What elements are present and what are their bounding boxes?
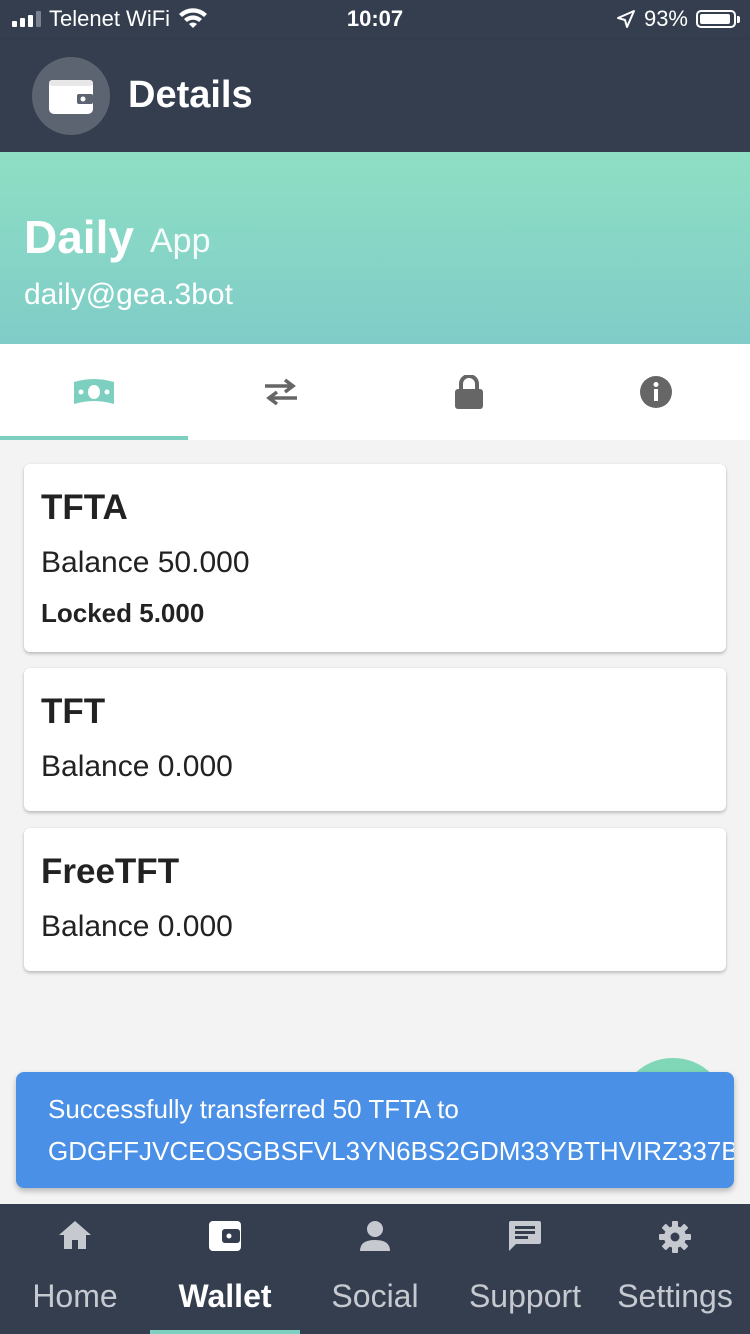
tab-indicator — [0, 436, 188, 440]
snackbar-address: GDGFFJVCEOSGBSFVL3YN6BS2GDM33YBTHVIRZ337… — [48, 1136, 734, 1166]
locked-value: Locked 5.000 — [41, 598, 205, 628]
nav-home-label: Home — [32, 1278, 118, 1314]
nav-support[interactable]: Support — [450, 1204, 600, 1334]
tab-balances[interactable] — [0, 344, 188, 440]
currency-name: TFTA — [41, 488, 128, 527]
battery-icon — [696, 10, 740, 28]
wallet-icon — [209, 1221, 241, 1251]
location-arrow-icon — [616, 10, 635, 28]
page-title: Details — [128, 74, 253, 116]
nav-settings-label: Settings — [617, 1278, 733, 1314]
nav-social[interactable]: Social — [300, 1204, 450, 1334]
nav-indicator — [150, 1330, 300, 1334]
chat-icon — [509, 1221, 541, 1251]
balance-value: Balance 0.000 — [41, 750, 233, 783]
nav-home[interactable]: Home — [0, 1204, 150, 1334]
nav-social-label: Social — [331, 1278, 419, 1314]
snackbar-message: Successfully transferred 50 TFTA to — [48, 1094, 459, 1124]
currency-name: TFT — [41, 692, 106, 731]
nav-wallet-label: Wallet — [178, 1278, 272, 1314]
tab-transfer[interactable] — [188, 344, 376, 440]
transfer-icon — [265, 378, 298, 406]
wallet-icon — [32, 57, 110, 135]
balance-card-tfta[interactable]: TFTA Balance 50.000 Locked 5.000 — [24, 464, 726, 652]
home-icon — [59, 1221, 91, 1249]
nav-support-label: Support — [468, 1278, 582, 1314]
wallet-type: App — [150, 222, 211, 260]
wallet-header: Daily App daily@gea.3bot — [0, 152, 750, 344]
balance-card-freetft[interactable]: FreeTFT Balance 0.000 — [24, 828, 726, 971]
bottom-nav: Home Wallet Social Support Settings — [0, 1204, 750, 1334]
battery-fill — [700, 14, 730, 24]
gear-icon — [659, 1221, 691, 1253]
app-bar: Details — [0, 40, 750, 152]
snackbar[interactable]: Successfully transferred 50 TFTA to GDGF… — [16, 1072, 734, 1188]
balance-card-tft[interactable]: TFT Balance 0.000 — [24, 668, 726, 811]
lock-icon — [454, 375, 483, 409]
nav-settings[interactable]: Settings — [600, 1204, 750, 1334]
money-icon — [73, 379, 114, 404]
status-bar: Telenet WiFi 10:07 93% — [0, 0, 750, 40]
wallet-name: Daily — [24, 211, 134, 263]
tab-locked[interactable] — [375, 344, 563, 440]
person-icon — [360, 1221, 390, 1251]
balance-value: Balance 0.000 — [41, 910, 233, 943]
status-right: 93% — [616, 6, 740, 32]
battery-percent: 93% — [643, 6, 688, 31]
nav-wallet[interactable]: Wallet — [150, 1204, 300, 1334]
tab-bar — [0, 344, 750, 440]
currency-name: FreeTFT — [41, 852, 180, 891]
info-icon — [640, 376, 673, 408]
balance-value: Balance 50.000 — [41, 546, 250, 579]
tab-info[interactable] — [563, 344, 750, 440]
wallet-email: daily@gea.3bot — [24, 278, 233, 311]
